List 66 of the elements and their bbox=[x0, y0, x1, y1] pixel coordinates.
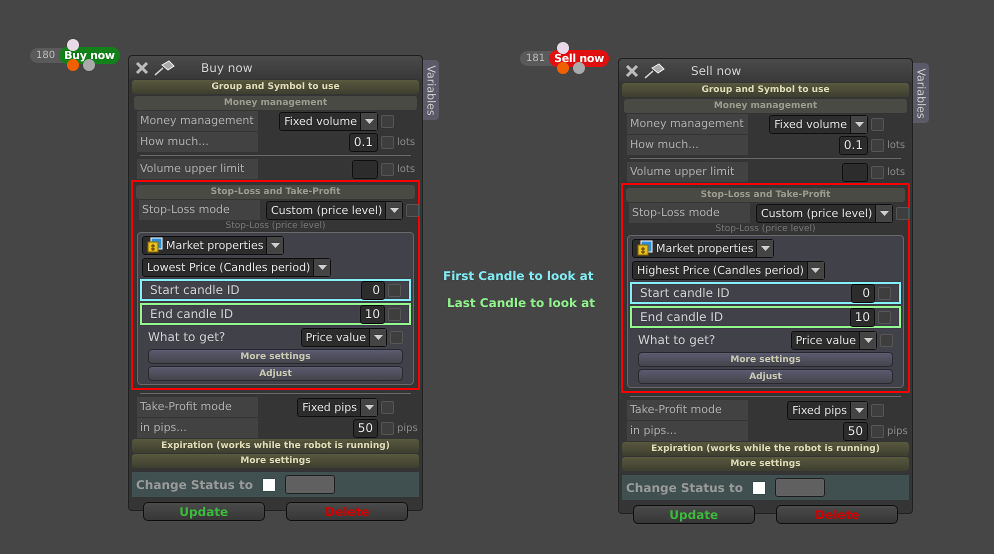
input-field[interactable]: 10 bbox=[850, 308, 875, 326]
window-title: Sell now bbox=[691, 64, 742, 78]
dropdown[interactable]: Market properties bbox=[632, 238, 774, 258]
update-button[interactable]: Update bbox=[142, 502, 265, 521]
window-title: Buy now bbox=[201, 60, 253, 74]
dropdown[interactable]: Fixed pips bbox=[297, 398, 378, 416]
input-field[interactable]: 10 bbox=[360, 304, 385, 324]
unit-label: pips bbox=[397, 422, 417, 434]
dropdown[interactable]: Custom (price level) bbox=[266, 200, 404, 220]
dropdown[interactable]: Price value bbox=[790, 330, 877, 350]
input-field[interactable]: 0 bbox=[361, 280, 385, 300]
field-label: How much... bbox=[137, 132, 258, 152]
group-caption: Stop-Loss (price level) bbox=[224, 221, 326, 231]
variables-tab[interactable]: Variables bbox=[423, 60, 439, 120]
unit-label: lots bbox=[397, 136, 416, 148]
field-label: Stop-Loss mode bbox=[139, 200, 260, 220]
dropdown[interactable]: Fixed pips bbox=[787, 400, 868, 420]
annotation-text: First Candle to look at bbox=[443, 269, 594, 283]
input-field[interactable]: 0.1 bbox=[838, 136, 868, 154]
section-header[interactable]: More settings bbox=[132, 454, 419, 468]
section-button[interactable]: Adjust bbox=[638, 369, 893, 384]
section-header[interactable]: Group and Symbol to use bbox=[622, 83, 909, 97]
field-label: Volume upper limit bbox=[627, 162, 748, 182]
field-label: Take-Profit mode bbox=[627, 400, 748, 420]
field-label: Money management bbox=[137, 111, 258, 131]
field-label: in pips... bbox=[137, 418, 258, 438]
input-field[interactable]: 0 bbox=[851, 284, 875, 302]
unit-label: pips bbox=[887, 426, 907, 436]
field-label: End candle ID bbox=[150, 307, 234, 321]
dropdown[interactable]: Fixed volume bbox=[769, 114, 868, 134]
section-header[interactable]: More settings bbox=[622, 457, 909, 471]
field-label: How much... bbox=[627, 135, 748, 155]
dropdown[interactable]: Lowest Price (Candles period) bbox=[142, 258, 332, 276]
field-label: Take-Profit mode bbox=[137, 397, 258, 417]
field-label: Stop-Loss mode bbox=[629, 203, 750, 223]
dropdown[interactable]: Fixed volume bbox=[279, 112, 378, 130]
field-label: Money management bbox=[627, 114, 748, 134]
update-button[interactable]: Update bbox=[632, 505, 755, 524]
section-button[interactable]: More settings bbox=[148, 349, 403, 364]
input-field[interactable]: 50 bbox=[352, 418, 378, 438]
dropdown[interactable]: Custom (price level) bbox=[756, 204, 894, 222]
unit-label: lots bbox=[397, 164, 416, 174]
unit-label: lots bbox=[887, 166, 906, 178]
field-label: End candle ID bbox=[640, 310, 724, 324]
field-label: in pips... bbox=[627, 421, 748, 441]
annotation-text: Last Candle to look at bbox=[447, 296, 596, 310]
field-label: Start candle ID bbox=[640, 286, 730, 300]
field-label: Volume upper limit bbox=[137, 159, 258, 179]
section-header[interactable]: Expiration (works while the robot is running) bbox=[622, 442, 909, 456]
group-caption: Stop-Loss (price level) bbox=[714, 224, 816, 234]
section-header[interactable]: Expiration (works while the robot is running) bbox=[132, 439, 419, 453]
section-header[interactable]: Group and Symbol to use bbox=[132, 80, 419, 94]
input-field[interactable]: 0.1 bbox=[348, 132, 378, 152]
dropdown[interactable]: Market properties bbox=[142, 236, 284, 254]
variables-tab[interactable]: Variables bbox=[913, 63, 929, 123]
dropdown[interactable]: Highest Price (Candles period) bbox=[632, 260, 825, 280]
field-label: Start candle ID bbox=[150, 283, 240, 297]
section-button[interactable]: More settings bbox=[638, 352, 893, 367]
dropdown[interactable]: Price value bbox=[300, 328, 387, 346]
field-label: What to get? bbox=[148, 330, 226, 344]
unit-label: lots bbox=[887, 140, 906, 150]
input-field[interactable]: 50 bbox=[842, 422, 868, 440]
field-label: Change Status to bbox=[136, 478, 253, 492]
field-label: What to get? bbox=[638, 333, 716, 347]
field-label: Change Status to bbox=[626, 480, 743, 494]
section-button[interactable]: Adjust bbox=[148, 366, 403, 381]
